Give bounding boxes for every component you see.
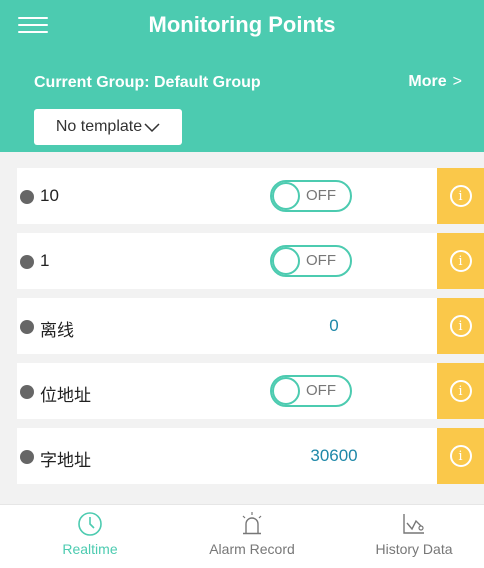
info-icon: i bbox=[449, 380, 472, 402]
point-name: 1 bbox=[40, 251, 50, 270]
bottom-tab-bar: Realtime Alarm Record History Data bbox=[0, 504, 484, 568]
more-label: More bbox=[408, 73, 447, 90]
point-value[interactable]: 0 bbox=[275, 316, 393, 336]
toggle-state: OFF bbox=[306, 252, 336, 269]
info-button[interactable]: i bbox=[437, 298, 484, 354]
tab-label: Alarm Record bbox=[209, 541, 295, 557]
toggle-state: OFF bbox=[306, 187, 336, 204]
toggle-state: OFF bbox=[306, 382, 336, 399]
tab-label: Realtime bbox=[62, 541, 118, 557]
info-icon: i bbox=[449, 185, 472, 207]
info-icon: i bbox=[449, 445, 472, 467]
info-button[interactable]: i bbox=[437, 428, 484, 484]
monitoring-point-row: 位地址 OFF i bbox=[17, 363, 484, 419]
more-button[interactable]: More > bbox=[408, 73, 462, 91]
tab-label: History Data bbox=[375, 541, 453, 557]
point-toggle[interactable]: OFF bbox=[270, 180, 352, 212]
chevron-down-icon bbox=[144, 123, 160, 133]
page-title: Monitoring Points bbox=[148, 12, 336, 37]
toggle-knob bbox=[272, 377, 300, 405]
info-button[interactable]: i bbox=[437, 168, 484, 224]
monitoring-point-row: 离线 0 i bbox=[17, 298, 484, 354]
template-dropdown[interactable]: No template bbox=[34, 109, 182, 145]
point-toggle[interactable]: OFF bbox=[270, 245, 352, 277]
point-name: 位地址 bbox=[40, 386, 91, 405]
current-group-label: Current Group: Default Group bbox=[34, 74, 261, 91]
info-button[interactable]: i bbox=[437, 363, 484, 419]
monitoring-point-row: 1 OFF i bbox=[17, 233, 484, 289]
info-button[interactable]: i bbox=[437, 233, 484, 289]
tab-realtime[interactable]: Realtime bbox=[30, 505, 150, 568]
status-dot-icon bbox=[20, 385, 34, 399]
status-dot-icon bbox=[20, 190, 34, 204]
clock-icon bbox=[78, 512, 102, 536]
point-name: 字地址 bbox=[40, 451, 91, 470]
status-dot-icon bbox=[20, 255, 34, 269]
status-dot-icon bbox=[20, 450, 34, 464]
chevron-right-icon: > bbox=[452, 73, 462, 90]
monitoring-point-row: 10 OFF i bbox=[17, 168, 484, 224]
point-value[interactable]: 30600 bbox=[275, 446, 393, 466]
tab-history-data[interactable]: History Data bbox=[354, 505, 474, 568]
alarm-light-icon bbox=[242, 512, 262, 535]
header-bar: Monitoring Points Current Group: Default… bbox=[0, 0, 484, 152]
point-name: 10 bbox=[40, 186, 59, 205]
tab-alarm-record[interactable]: Alarm Record bbox=[192, 505, 312, 568]
status-dot-icon bbox=[20, 320, 34, 334]
monitoring-point-row: 字地址 30600 i bbox=[17, 428, 484, 484]
point-toggle[interactable]: OFF bbox=[270, 375, 352, 407]
line-chart-icon bbox=[403, 514, 424, 534]
info-icon: i bbox=[449, 250, 472, 272]
toggle-knob bbox=[272, 247, 300, 275]
point-name: 离线 bbox=[40, 321, 74, 340]
template-dropdown-value: No template bbox=[55, 118, 143, 135]
toggle-knob bbox=[272, 182, 300, 210]
info-icon: i bbox=[449, 315, 472, 337]
